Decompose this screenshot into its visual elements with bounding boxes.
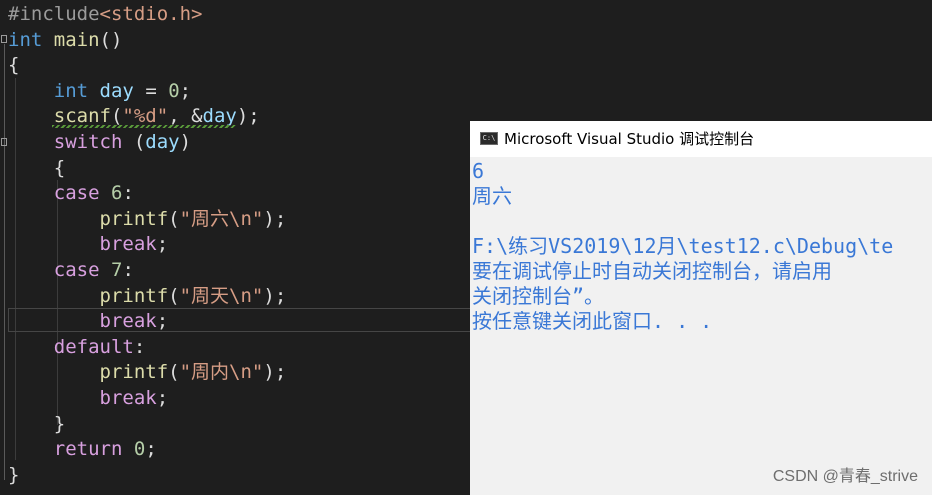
code-line[interactable]: printf("周天\n"); — [8, 283, 287, 309]
code-token: () — [99, 28, 123, 51]
code-token: ; — [145, 438, 157, 461]
code-token: ; — [156, 387, 169, 409]
console-output-line: 周六 — [472, 184, 512, 208]
code-token: int — [53, 79, 89, 102]
code-token: ; — [179, 79, 192, 102]
code-token: : — [122, 259, 134, 281]
code-line[interactable]: case 7: — [8, 257, 134, 283]
code-token: ); — [236, 105, 260, 128]
code-token: #include — [8, 3, 100, 25]
code-token: : — [133, 335, 146, 358]
console-output-line: 关闭控制台”。 — [472, 284, 605, 308]
code-line[interactable]: break; — [8, 231, 169, 257]
fold-range-line — [4, 44, 5, 480]
debug-console-window[interactable]: C:\ Microsoft Visual Studio 调试控制台 6 周六 F:\… — [470, 121, 932, 495]
code-token: ( — [168, 207, 180, 230]
code-token: 0 — [168, 79, 180, 102]
code-line[interactable]: printf("周六\n"); — [8, 206, 287, 232]
code-line[interactable]: } — [8, 411, 65, 437]
code-token: <stdio.h> — [99, 3, 203, 25]
console-app-icon: C:\ — [480, 132, 498, 145]
console-title: Microsoft Visual Studio 调试控制台 — [504, 130, 755, 148]
code-line[interactable]: #include<stdio.h> — [8, 1, 202, 27]
code-token: break — [99, 310, 157, 333]
code-token: ( — [168, 361, 180, 384]
code-line[interactable]: int main() — [8, 27, 122, 53]
code-line[interactable]: } — [8, 462, 19, 488]
code-token: ; — [156, 310, 169, 333]
code-line[interactable]: break; — [8, 308, 169, 334]
code-token: ); — [263, 284, 287, 307]
code-token: printf — [99, 284, 169, 307]
code-token: "周内\n" — [179, 361, 264, 384]
code-token: ( — [168, 284, 180, 307]
code-token: } — [8, 463, 20, 486]
code-token: 6 — [110, 182, 123, 205]
code-line[interactable]: { — [8, 52, 19, 78]
console-output-line: 6 — [472, 159, 485, 183]
console-output-line: 要在调试停止时自动关闭控制台，请启用 — [472, 259, 832, 283]
code-token: "周天\n" — [179, 284, 264, 307]
code-token: printf — [99, 207, 169, 230]
code-token: : — [122, 182, 134, 205]
code-token: return — [53, 438, 123, 461]
code-token: ( — [122, 131, 146, 153]
code-token: ; — [156, 233, 169, 256]
code-token: } — [8, 412, 66, 435]
code-token: break — [99, 233, 157, 256]
code-token: case — [53, 182, 100, 205]
code-token: day — [99, 79, 134, 102]
code-line[interactable]: break; — [8, 385, 169, 411]
console-output-line: F:\练习VS2019\12月\test12.c\Debug\te — [472, 234, 894, 258]
code-token: = — [133, 79, 169, 102]
console-output-line: 按任意键关闭此窗口. . . — [472, 309, 713, 333]
code-line[interactable]: return 0; — [8, 436, 157, 462]
code-token: 7 — [110, 259, 123, 281]
code-token: int — [8, 28, 43, 51]
code-token: 0 — [133, 438, 146, 461]
fold-toggle-icon[interactable] — [1, 35, 7, 43]
code-token: case — [53, 259, 100, 281]
code-token: printf — [99, 361, 169, 384]
warning-squiggle — [52, 125, 236, 128]
code-token: switch — [53, 131, 123, 153]
code-line[interactable]: default: — [8, 334, 146, 360]
code-token: "周六\n" — [179, 207, 264, 230]
code-token: day — [145, 131, 180, 153]
console-titlebar[interactable]: C:\ Microsoft Visual Studio 调试控制台 — [470, 121, 932, 157]
code-line[interactable]: printf("周内\n"); — [8, 359, 287, 385]
code-token: ); — [263, 207, 287, 230]
fold-toggle-icon[interactable] — [1, 138, 7, 146]
code-line[interactable]: switch (day) — [8, 129, 191, 155]
code-line[interactable]: case 6: — [8, 180, 134, 206]
code-token: { — [8, 54, 20, 77]
code-token: ); — [263, 361, 287, 384]
code-token: main — [53, 28, 100, 51]
code-token: break — [99, 387, 157, 409]
code-token: default — [53, 335, 134, 358]
code-line[interactable]: int day = 0; — [8, 78, 191, 104]
code-token: ) — [179, 131, 192, 153]
code-token: { — [8, 156, 66, 179]
watermark: CSDN @青春_strive — [772, 468, 918, 485]
code-line[interactable]: { — [8, 155, 65, 181]
